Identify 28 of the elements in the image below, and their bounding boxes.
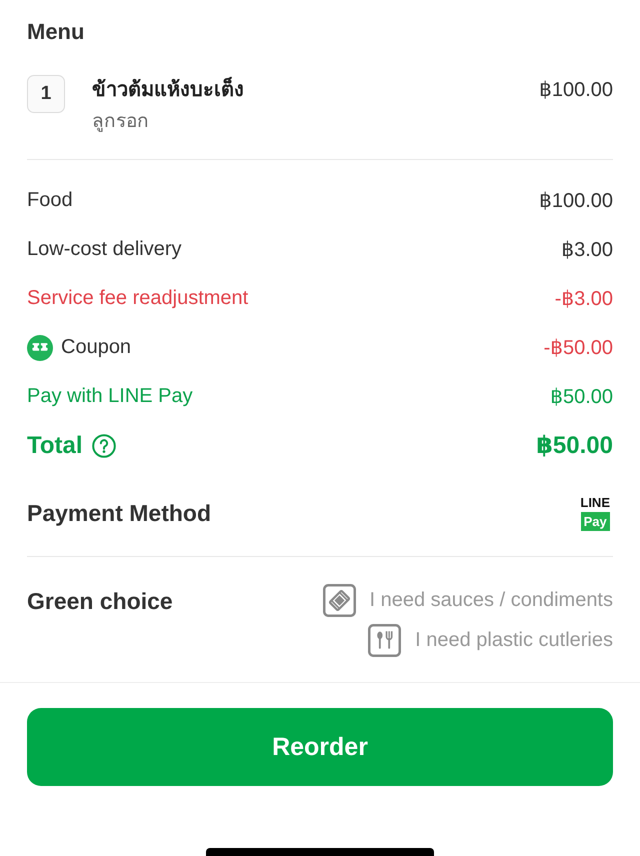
summary-amount: ฿3.00 bbox=[561, 238, 613, 262]
item-name: ข้าวต้มแห้งบะเต็ง bbox=[92, 75, 244, 105]
item-option: ลูกรอก bbox=[92, 107, 149, 137]
sauce-packet-icon[interactable] bbox=[322, 584, 356, 617]
summary-amount: ฿50.00 bbox=[550, 385, 613, 409]
summary-amount: -฿50.00 bbox=[544, 336, 613, 360]
option-label: I need sauces / condiments bbox=[370, 589, 613, 612]
item-price: ฿100.00 bbox=[539, 78, 613, 103]
cutlery-icon[interactable] bbox=[368, 624, 402, 657]
summary-amount: ฿100.00 bbox=[539, 189, 613, 213]
option-label: I need plastic cutleries bbox=[415, 629, 613, 652]
summary-label: Total bbox=[27, 432, 83, 460]
summary-label: Pay with LINE Pay bbox=[27, 385, 193, 408]
quantity-badge: 1 bbox=[27, 75, 65, 113]
summary-label: Food bbox=[27, 189, 73, 212]
help-icon[interactable] bbox=[92, 434, 116, 458]
summary-label: Low-cost delivery bbox=[27, 238, 182, 261]
section-title: Payment Method bbox=[27, 500, 212, 526]
summary-label: Coupon bbox=[61, 336, 132, 359]
reorder-button[interactable]: Reorder bbox=[27, 708, 613, 786]
logo-badge: Pay bbox=[580, 512, 610, 530]
logo-wordmark: LINE bbox=[580, 496, 610, 510]
section-title: Green choice bbox=[27, 588, 173, 615]
summary-amount: -฿3.00 bbox=[554, 287, 613, 311]
summary-label: Service fee readjustment bbox=[27, 287, 248, 310]
coupon-icon bbox=[27, 334, 53, 360]
summary-amount: ฿50.00 bbox=[536, 431, 613, 460]
section-title: Menu bbox=[27, 19, 84, 45]
